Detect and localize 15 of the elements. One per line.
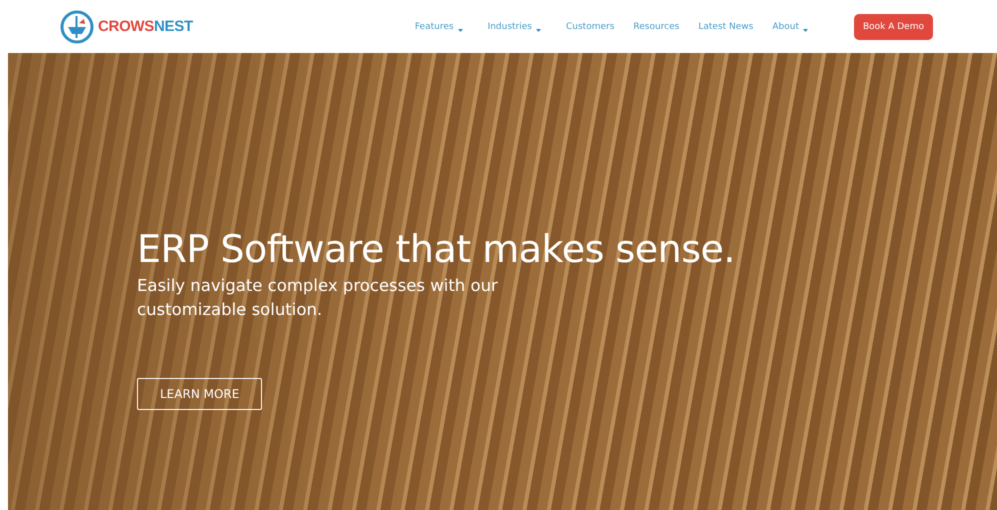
logo-icon xyxy=(60,10,94,44)
learn-more-button[interactable]: LEARN MORE xyxy=(137,378,262,410)
nav-link[interactable]: About xyxy=(772,22,808,32)
nav-link[interactable]: Industries xyxy=(488,22,541,32)
caret-icon xyxy=(802,28,808,32)
nav-link[interactable]: Latest News xyxy=(698,22,754,32)
hero-subtitle: Easily navigate complex processes with our customizable solution. xyxy=(137,275,499,321)
nav-link[interactable]: Customers xyxy=(566,22,614,32)
caret-icon xyxy=(536,28,541,32)
logo-wordmark[interactable]: CROWSNEST xyxy=(98,18,193,35)
caret-icon xyxy=(458,28,463,32)
nav-link[interactable]: Resources xyxy=(633,22,680,32)
book-demo-button[interactable]: Book A Demo xyxy=(854,14,933,40)
hero-heading: ERP Software that makes sense. xyxy=(137,226,735,272)
nav-link[interactable]: Features xyxy=(414,22,463,32)
